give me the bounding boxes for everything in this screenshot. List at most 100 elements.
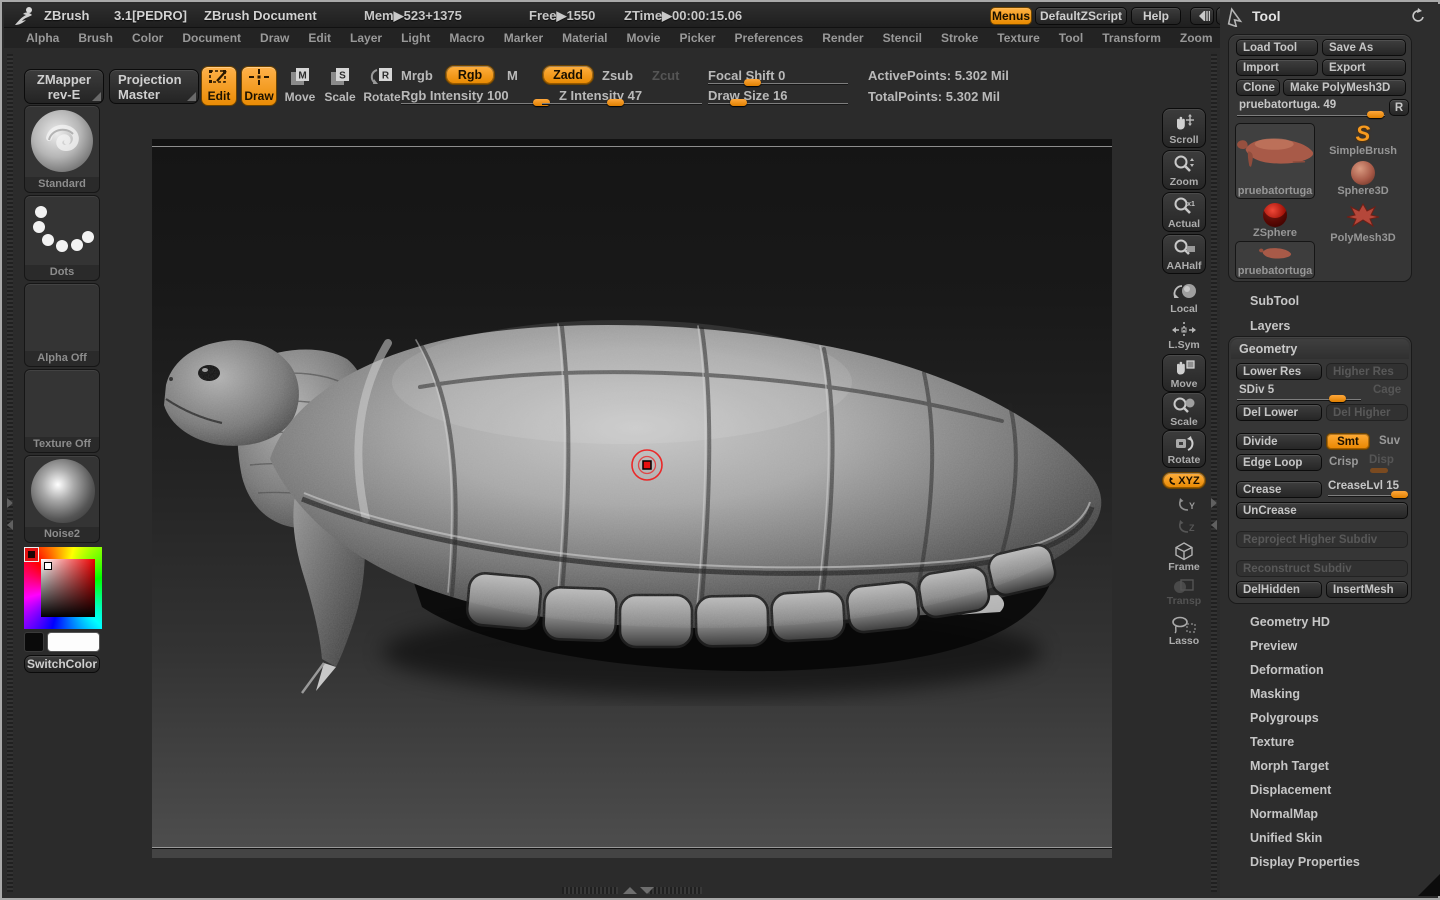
menu-picker[interactable]: Picker <box>679 31 715 45</box>
document-canvas[interactable] <box>152 139 1112 858</box>
shelf-rotate-button[interactable]: Rotate <box>1162 430 1206 468</box>
menu-edit[interactable]: Edit <box>308 31 331 45</box>
edge-loop-button[interactable]: Edge Loop <box>1236 454 1322 471</box>
crease-button[interactable]: Crease <box>1236 481 1322 498</box>
section-texture[interactable]: Texture <box>1250 735 1294 749</box>
load-tool-button[interactable]: Load Tool <box>1236 39 1318 56</box>
higher-res-button[interactable]: Higher Res <box>1326 363 1408 380</box>
active-tool-slider-handle[interactable] <box>1367 111 1384 118</box>
draw-mode-button[interactable]: Draw <box>241 66 277 106</box>
menu-layer[interactable]: Layer <box>350 31 382 45</box>
tool-cell-polymesh3d[interactable]: PolyMesh3D <box>1321 203 1405 241</box>
switch-color-button[interactable]: SwitchColor <box>24 655 100 673</box>
menu-stencil[interactable]: Stencil <box>883 31 922 45</box>
draw-size-slider[interactable] <box>708 103 848 104</box>
tool-cell-pruebatortuga-small[interactable]: pruebatortuga <box>1235 241 1315 279</box>
menu-tool[interactable]: Tool <box>1059 31 1083 45</box>
shelf-aahalf-button[interactable]: AAHalf <box>1162 234 1206 274</box>
rotate-y-button[interactable]: Y <box>1162 494 1206 514</box>
smt-toggle[interactable]: Smt <box>1326 433 1370 450</box>
tool-cell-sphere3d[interactable]: Sphere3D <box>1321 161 1405 199</box>
section-morph-target[interactable]: Morph Target <box>1250 759 1329 773</box>
panel-close-arrow[interactable] <box>1211 520 1217 530</box>
rotate-z-button[interactable]: Z <box>1162 516 1206 536</box>
move-mode-button[interactable]: M Move <box>282 66 318 106</box>
zsub-toggle[interactable]: Zsub <box>602 68 633 83</box>
panel-resize-handle[interactable] <box>1418 874 1440 896</box>
current-texture-thumbnail[interactable]: Texture Off <box>24 369 100 453</box>
hue-marker[interactable] <box>25 548 38 561</box>
current-alpha-thumbnail[interactable]: Alpha Off <box>24 283 100 367</box>
section-display-properties[interactable]: Display Properties <box>1250 855 1360 869</box>
menu-transform[interactable]: Transform <box>1102 31 1161 45</box>
shelf-lsym-button[interactable]: L.Sym <box>1162 320 1206 352</box>
shelf-frame-button[interactable]: Frame <box>1162 540 1206 574</box>
restore-configuration-icon[interactable] <box>1410 8 1426 24</box>
active-tool-thumbnail[interactable]: pruebatortuga <box>1235 123 1315 199</box>
shelf-scroll-button[interactable]: Scroll <box>1162 108 1206 148</box>
zmapper-button[interactable]: ZMapper rev-E <box>24 69 104 104</box>
menu-alpha[interactable]: Alpha <box>26 31 59 45</box>
disp-slider-handle[interactable] <box>1370 468 1388 473</box>
section-geometry-hd[interactable]: Geometry HD <box>1250 615 1330 629</box>
rgb-toggle[interactable]: Rgb <box>445 65 495 85</box>
current-stroke-thumbnail[interactable]: Dots <box>24 195 100 281</box>
uncrease-button[interactable]: UnCrease <box>1236 502 1408 519</box>
menu-zoom[interactable]: Zoom <box>1180 31 1213 45</box>
cage-toggle[interactable]: Cage <box>1373 384 1401 396</box>
suv-toggle[interactable]: Suv <box>1379 435 1400 447</box>
shelf-move-button[interactable]: Move <box>1162 354 1206 392</box>
section-polygroups[interactable]: Polygroups <box>1250 711 1319 725</box>
del-lower-button[interactable]: Del Lower <box>1236 404 1322 421</box>
crease-lvl-handle[interactable] <box>1391 491 1408 498</box>
help-button[interactable]: Help <box>1131 7 1181 25</box>
disp-slider-label[interactable]: Disp <box>1369 454 1394 466</box>
draw-size-handle[interactable] <box>730 99 747 106</box>
focal-shift-handle[interactable] <box>744 79 761 86</box>
panel-open-arrow[interactable] <box>1211 498 1217 508</box>
delhidden-button[interactable]: DelHidden <box>1236 581 1322 598</box>
export-button[interactable]: Export <box>1322 59 1406 76</box>
menu-marker[interactable]: Marker <box>504 31 543 45</box>
insertmesh-button[interactable]: InsertMesh <box>1326 581 1408 598</box>
scale-mode-button[interactable]: S Scale <box>322 66 358 106</box>
menu-movie[interactable]: Movie <box>626 31 660 45</box>
menu-preferences[interactable]: Preferences <box>735 31 804 45</box>
rotate-xyz-button[interactable]: XYZ <box>1162 472 1206 489</box>
crisp-toggle[interactable]: Crisp <box>1329 456 1358 468</box>
rotate-mode-button[interactable]: R Rotate <box>362 66 402 106</box>
r-button[interactable]: R <box>1389 99 1409 116</box>
section-normalmap[interactable]: NormalMap <box>1250 807 1318 821</box>
tray-close-arrow[interactable] <box>7 520 13 530</box>
shelf-actual-button[interactable]: x1 Actual <box>1162 192 1206 232</box>
shelf-scale-button[interactable]: Scale <box>1162 392 1206 430</box>
z-intensity-handle[interactable] <box>607 99 624 106</box>
current-material-thumbnail[interactable]: Noise2 <box>24 455 100 543</box>
layers-section[interactable]: Layers <box>1250 319 1290 333</box>
projection-master-button[interactable]: Projection Master <box>109 69 199 104</box>
section-preview[interactable]: Preview <box>1250 639 1297 653</box>
del-higher-button[interactable]: Del Higher <box>1326 404 1408 421</box>
color-picker[interactable] <box>24 547 102 629</box>
reconstruct-subdiv-button[interactable]: Reconstruct Subdiv <box>1236 560 1408 577</box>
menu-texture[interactable]: Texture <box>997 31 1039 45</box>
active-tool-slider[interactable] <box>1237 115 1385 116</box>
shelf-lasso-button[interactable]: Lasso <box>1162 614 1206 648</box>
tray-expand-up-arrow[interactable] <box>623 887 637 894</box>
reproject-higher-subdiv-button[interactable]: Reproject Higher Subdiv <box>1236 531 1408 548</box>
tool-cell-simplebrush[interactable]: S SimpleBrush <box>1321 123 1405 159</box>
color-selector[interactable] <box>44 562 52 570</box>
tray-collapse-down-arrow[interactable] <box>640 887 654 894</box>
section-unified-skin[interactable]: Unified Skin <box>1250 831 1322 845</box>
shelf-transp-button[interactable]: Transp <box>1162 574 1206 608</box>
focal-shift-slider[interactable] <box>708 83 848 84</box>
menu-brush[interactable]: Brush <box>78 31 113 45</box>
menu-document[interactable]: Document <box>182 31 241 45</box>
menus-toggle-button[interactable]: Menus <box>990 7 1032 25</box>
zcut-toggle[interactable]: Zcut <box>652 68 679 83</box>
section-deformation[interactable]: Deformation <box>1250 663 1324 677</box>
save-as-button[interactable]: Save As <box>1322 39 1406 56</box>
zadd-toggle[interactable]: Zadd <box>542 65 594 85</box>
sdiv-slider-handle[interactable] <box>1329 395 1346 402</box>
shelf-zoom-button[interactable]: Zoom <box>1162 150 1206 190</box>
